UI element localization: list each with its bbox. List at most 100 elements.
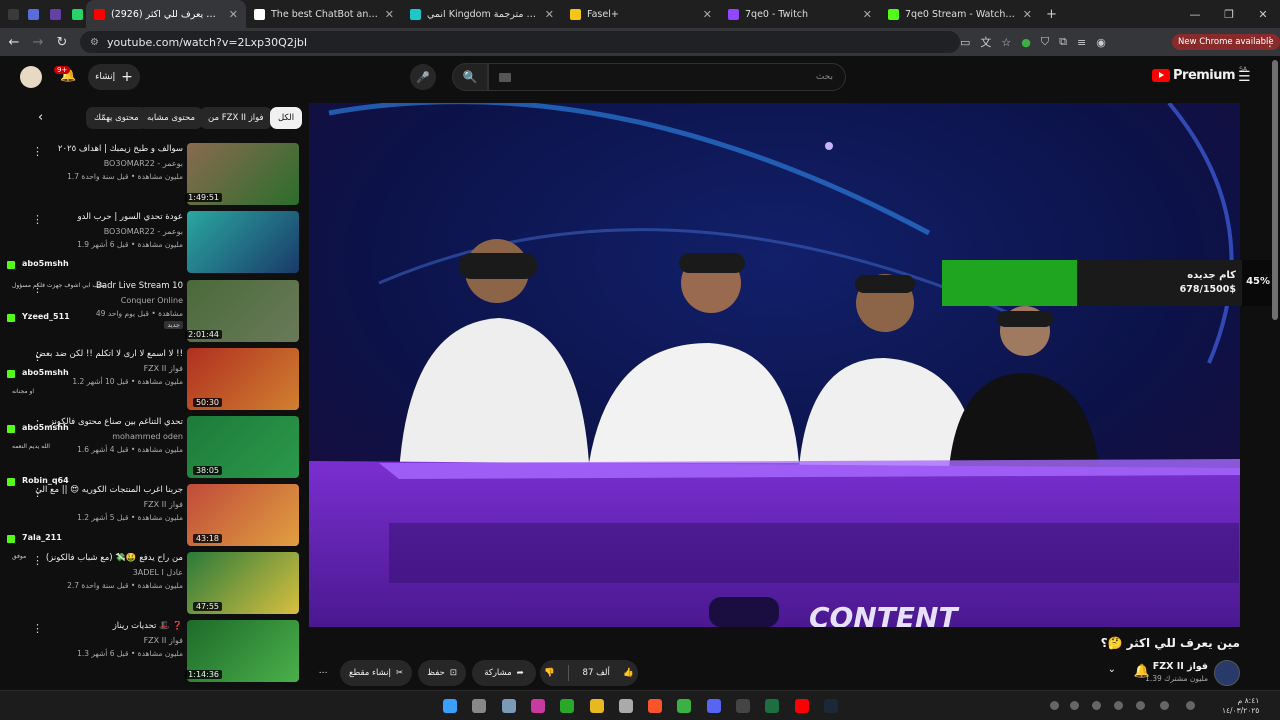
forward-icon[interactable]: → bbox=[26, 35, 50, 50]
chip-all[interactable]: الكل bbox=[270, 107, 303, 129]
chrome-menu-icon[interactable]: ⋮ bbox=[1258, 35, 1280, 50]
url-input[interactable]: ⚙ youtube.com/watch?v=2Lxp30Q2jbI bbox=[80, 31, 960, 53]
tab-close-icon[interactable]: ✕ bbox=[1023, 8, 1032, 21]
keyboard-icon[interactable] bbox=[499, 73, 511, 82]
video-item-title[interactable]: عودة تحدي السور | حرب الدو bbox=[33, 212, 183, 222]
chip-from-channel[interactable]: من FZX II فواز bbox=[200, 107, 272, 129]
excel-icon[interactable] bbox=[765, 699, 780, 713]
channel-avatar[interactable] bbox=[1214, 660, 1240, 686]
tray-arrow-icon[interactable] bbox=[1070, 701, 1079, 710]
like-icon[interactable]: 👍 bbox=[623, 668, 634, 678]
video-item-title[interactable]: من راح يدفع 🤑💸 (مع شباب فالكونز) bbox=[33, 553, 183, 563]
browser-tab[interactable] bbox=[64, 0, 86, 28]
browser-tab[interactable] bbox=[42, 0, 64, 28]
shield-icon[interactable]: ⛉ bbox=[1041, 35, 1049, 49]
file-explorer-icon[interactable] bbox=[589, 699, 604, 713]
browser-tab[interactable]: 7qe0 Stream - Watch Live on K ✕ bbox=[880, 0, 1040, 28]
extensions-icon[interactable]: ⧉ bbox=[1059, 35, 1067, 49]
tray-misc-icon[interactable] bbox=[1160, 701, 1169, 710]
more-options-icon[interactable]: ⋮ bbox=[32, 554, 43, 567]
save-button[interactable]: حفظ ⊡ bbox=[418, 660, 466, 686]
translate-icon[interactable]: 文 bbox=[980, 34, 991, 50]
hamburger-menu-icon[interactable]: ☰ bbox=[1238, 69, 1251, 85]
app-icon[interactable] bbox=[530, 699, 545, 713]
tab-close-icon[interactable]: ✕ bbox=[703, 8, 712, 21]
tray-volume-icon[interactable] bbox=[1136, 701, 1145, 710]
page-scrollbar[interactable] bbox=[1272, 60, 1278, 320]
youtube-icon[interactable] bbox=[794, 699, 809, 713]
taskbar-clock[interactable]: ٨:٤١ م ١٤/٠٣/٢٠٢٥ bbox=[1222, 696, 1259, 716]
tab-close-icon[interactable]: ✕ bbox=[229, 8, 238, 21]
bell-subscribed-icon[interactable]: 🔔 bbox=[1134, 664, 1150, 679]
browser-tab[interactable]: 7qe0 - Twitch ✕ bbox=[720, 0, 880, 28]
tab-close-icon[interactable]: ✕ bbox=[545, 8, 554, 21]
reload-icon[interactable]: ↻ bbox=[50, 35, 74, 50]
tray-network-icon[interactable] bbox=[1114, 701, 1123, 710]
video-item-channel[interactable]: FZX II فواز bbox=[144, 364, 183, 373]
chip-topics[interactable]: محتوى يهمّك bbox=[86, 107, 147, 129]
browser-tab[interactable]: (2926) مين يعرف للي اكثر 🤔 ✕ bbox=[86, 0, 246, 28]
windows-start-icon[interactable] bbox=[443, 699, 457, 713]
related-video-item[interactable]: 47:55 من راح يدفع 🤑💸 (مع شباب فالكونز) 3AD… bbox=[0, 552, 300, 616]
tab-close-icon[interactable]: ✕ bbox=[385, 8, 394, 21]
video-item-title[interactable]: تحديات ريناز 🎩 ❓ bbox=[33, 621, 183, 631]
tray-battery-icon[interactable] bbox=[1092, 701, 1101, 710]
browser-tab[interactable]: The best ChatBot and Widgets ✕ bbox=[246, 0, 402, 28]
video-item-channel[interactable]: FZX II فواز bbox=[144, 636, 183, 645]
new-tab-icon[interactable]: + bbox=[1046, 7, 1057, 22]
more-actions-icon[interactable]: ⋯ bbox=[312, 660, 334, 686]
close-window-icon[interactable]: ✕ bbox=[1246, 8, 1280, 21]
video-item-title[interactable]: سوالف و طبخ زيمبك | اهداف ٢٠٢٥ bbox=[33, 144, 183, 154]
more-options-icon[interactable]: ⋮ bbox=[32, 350, 43, 363]
channel-name[interactable]: FZX II فواز bbox=[1153, 661, 1208, 672]
video-player[interactable]: CONTENT bbox=[309, 103, 1240, 627]
settings-icon[interactable] bbox=[501, 699, 516, 713]
video-item-title[interactable]: جربنا اغرب المنتجات الكوريه 😍 || مع الي bbox=[33, 485, 183, 495]
steam-icon[interactable] bbox=[823, 699, 838, 713]
video-item-channel[interactable]: 3ADEL I عادل bbox=[133, 568, 183, 577]
browser-tab[interactable]: انمي Kingdom الحلقة 10 مترجمة ✕ bbox=[402, 0, 562, 28]
reading-list-icon[interactable]: ≡ bbox=[1077, 36, 1086, 49]
extension-icon[interactable]: ● bbox=[1021, 36, 1031, 49]
clip-button[interactable]: إنشاء مقطع ✂ bbox=[340, 660, 412, 686]
tray-app-icon[interactable] bbox=[1050, 701, 1059, 710]
related-video-item[interactable]: 1:49:51 سوالف و طبخ زيمبك | اهداف ٢٠٢٥ BO3… bbox=[0, 143, 300, 207]
xbox-icon[interactable] bbox=[560, 699, 575, 713]
gear-icon[interactable] bbox=[618, 699, 633, 713]
site-info-icon[interactable]: ⚙ bbox=[90, 37, 99, 48]
video-item-channel[interactable]: Conquer Online bbox=[121, 296, 183, 305]
youtube-premium-logo[interactable]: Premium SA bbox=[1152, 66, 1247, 83]
minimize-icon[interactable]: — bbox=[1178, 8, 1212, 21]
avatar[interactable] bbox=[20, 66, 42, 88]
related-video-item[interactable]: 1:14:36 تحديات ريناز 🎩 ❓ FZX II فواز 1.3 مل… bbox=[0, 620, 300, 684]
back-icon[interactable]: ← bbox=[2, 35, 26, 50]
like-count[interactable]: 87 ألف bbox=[583, 668, 610, 678]
tab-close-icon[interactable]: ✕ bbox=[863, 8, 872, 21]
search-input[interactable]: بحث bbox=[488, 63, 846, 91]
dislike-icon[interactable]: 👎 bbox=[544, 668, 555, 678]
profile-icon[interactable]: ◉ bbox=[1096, 36, 1106, 49]
more-options-icon[interactable]: ⋮ bbox=[32, 622, 43, 635]
chevron-down-icon[interactable]: ⌄ bbox=[1108, 664, 1116, 675]
more-options-icon[interactable]: ⋮ bbox=[32, 145, 43, 158]
video-item-channel[interactable]: FZX II فواز bbox=[144, 500, 183, 509]
brave-icon[interactable] bbox=[648, 699, 663, 713]
voice-search-mic-icon[interactable]: 🎤 bbox=[410, 64, 436, 90]
video-item-title[interactable]: لا اسمع لا ارى لا اتكلم !! لكن ضد بعض !! bbox=[33, 349, 183, 359]
app-icon[interactable] bbox=[736, 699, 750, 713]
chrome-icon[interactable] bbox=[677, 699, 692, 713]
more-options-icon[interactable]: ⋮ bbox=[32, 486, 43, 499]
video-item-channel[interactable]: mohammed oden bbox=[112, 432, 183, 441]
video-thumbnail[interactable] bbox=[187, 211, 299, 273]
browser-tab[interactable] bbox=[20, 0, 42, 28]
browser-tab[interactable] bbox=[0, 0, 20, 28]
share-button[interactable]: مشاركة ➦ bbox=[472, 660, 536, 686]
create-button[interactable]: إنشاء + bbox=[88, 64, 140, 90]
browser-tab[interactable]: Fasel+ ✕ bbox=[562, 0, 720, 28]
tray-lang-icon[interactable] bbox=[1186, 701, 1195, 710]
more-options-icon[interactable]: ⋮ bbox=[32, 213, 43, 226]
cast-icon[interactable]: ▭ bbox=[960, 36, 970, 49]
search-button[interactable]: 🔍 bbox=[452, 63, 488, 91]
search-icon[interactable] bbox=[472, 699, 487, 713]
discord-icon[interactable] bbox=[706, 699, 721, 713]
